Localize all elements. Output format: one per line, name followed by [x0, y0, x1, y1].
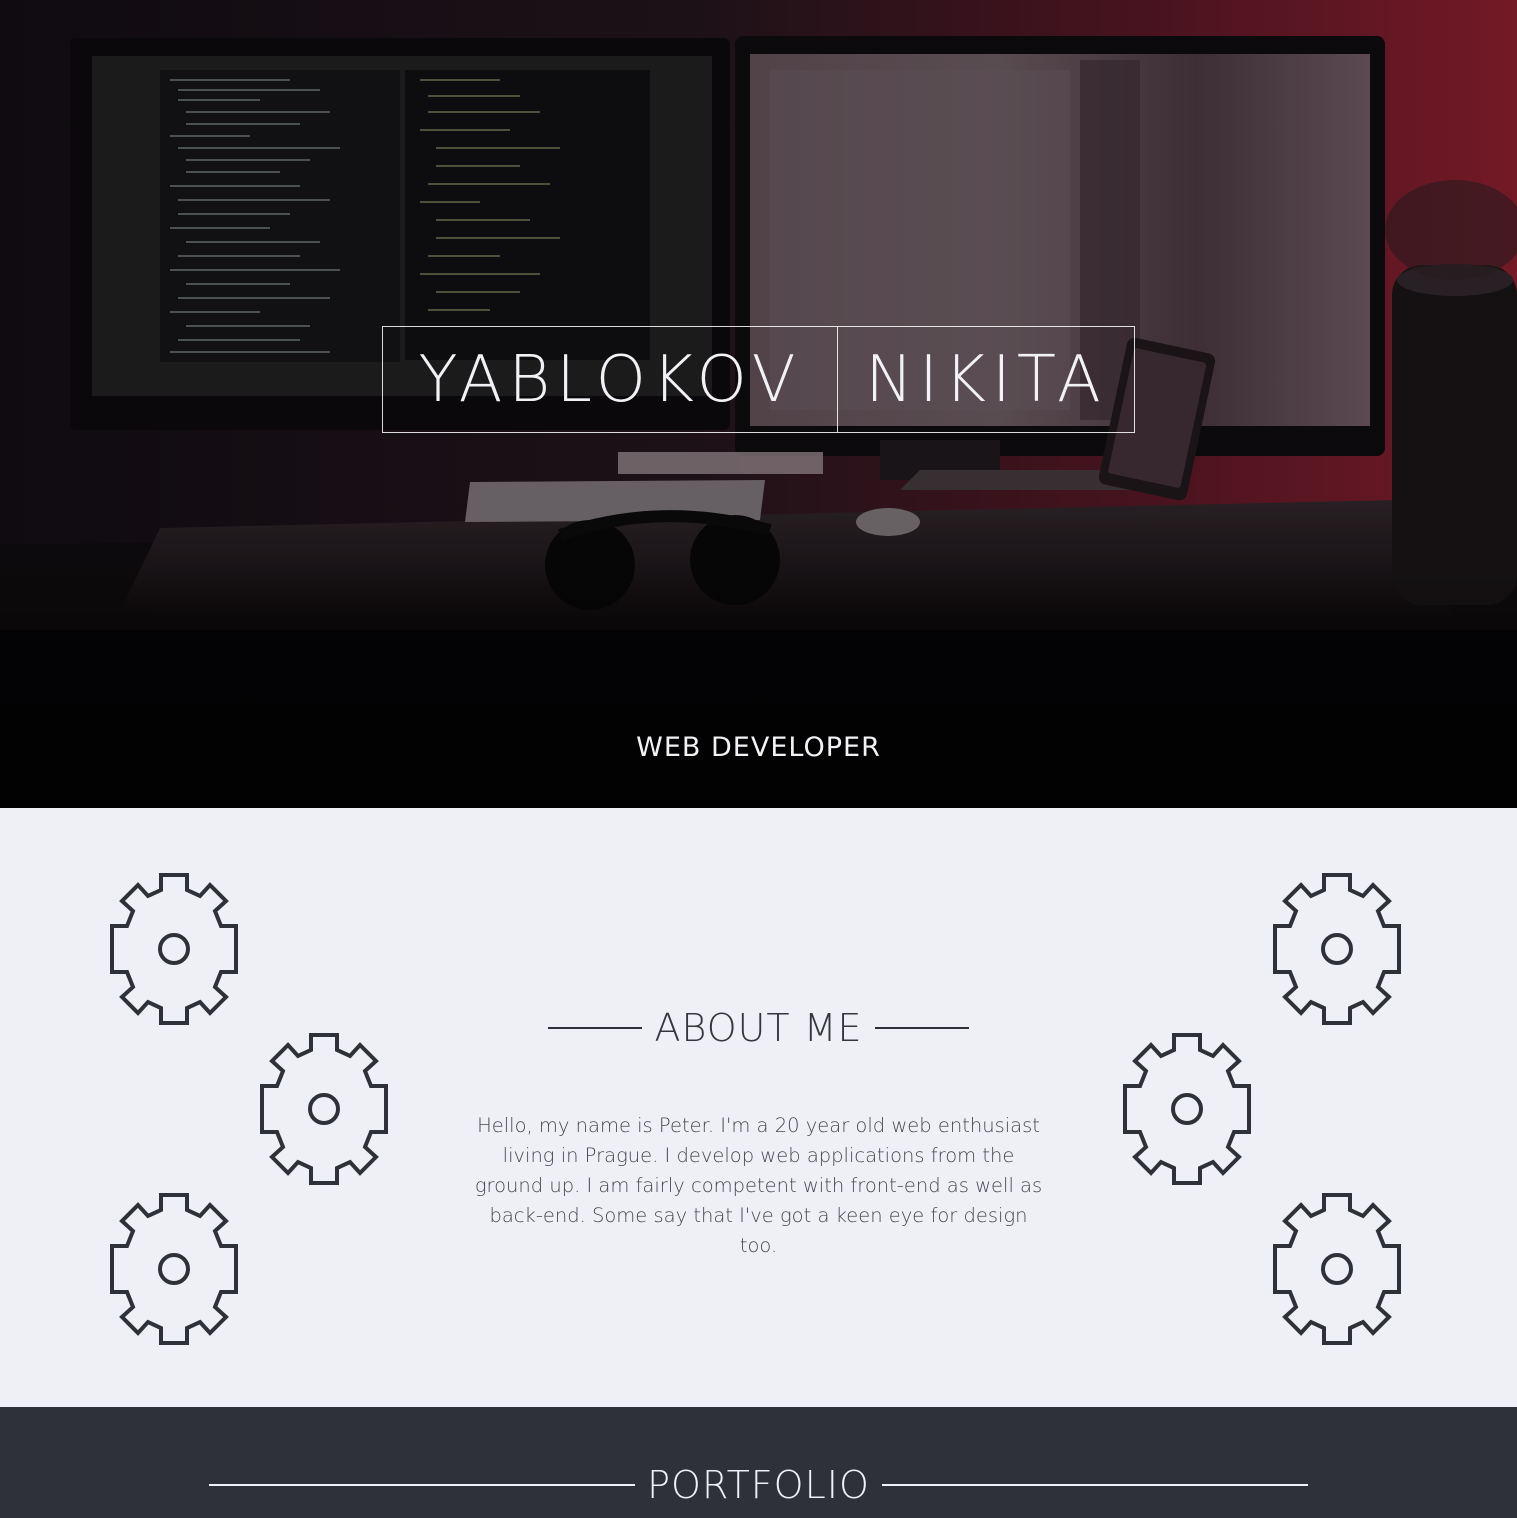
about-section: ABOUT ME Hello, my name is Peter. I'm a … — [0, 808, 1517, 1407]
gear-icon — [1273, 1193, 1401, 1345]
job-title: WEB DEVELOPER — [636, 732, 881, 763]
name-title-box: YABLOKOV NIKITA — [382, 326, 1135, 433]
heading-divider-left — [548, 1027, 643, 1029]
about-heading: ABOUT ME — [0, 1006, 1517, 1050]
first-name: YABLOKOV — [383, 327, 838, 432]
gear-icon — [1123, 1033, 1251, 1185]
portfolio-heading: PORTFOLIO — [0, 1463, 1517, 1507]
heading-divider-right — [874, 1027, 969, 1029]
hero-section: YABLOKOV NIKITA WEB DEVELOPER — [0, 0, 1517, 808]
gear-icon — [1273, 873, 1401, 1025]
heading-divider-left — [209, 1484, 636, 1486]
gear-icon — [110, 1193, 238, 1345]
portfolio-section: PORTFOLIO — [0, 1407, 1517, 1518]
heading-divider-right — [881, 1484, 1308, 1486]
last-name: NIKITA — [865, 342, 1107, 417]
about-heading-text: ABOUT ME — [654, 1006, 863, 1050]
gear-icon — [110, 873, 238, 1025]
gear-icon — [260, 1033, 388, 1185]
about-paragraph: Hello, my name is Peter. I'm a 20 year o… — [474, 1113, 1043, 1257]
portfolio-heading-text: PORTFOLIO — [647, 1463, 870, 1507]
